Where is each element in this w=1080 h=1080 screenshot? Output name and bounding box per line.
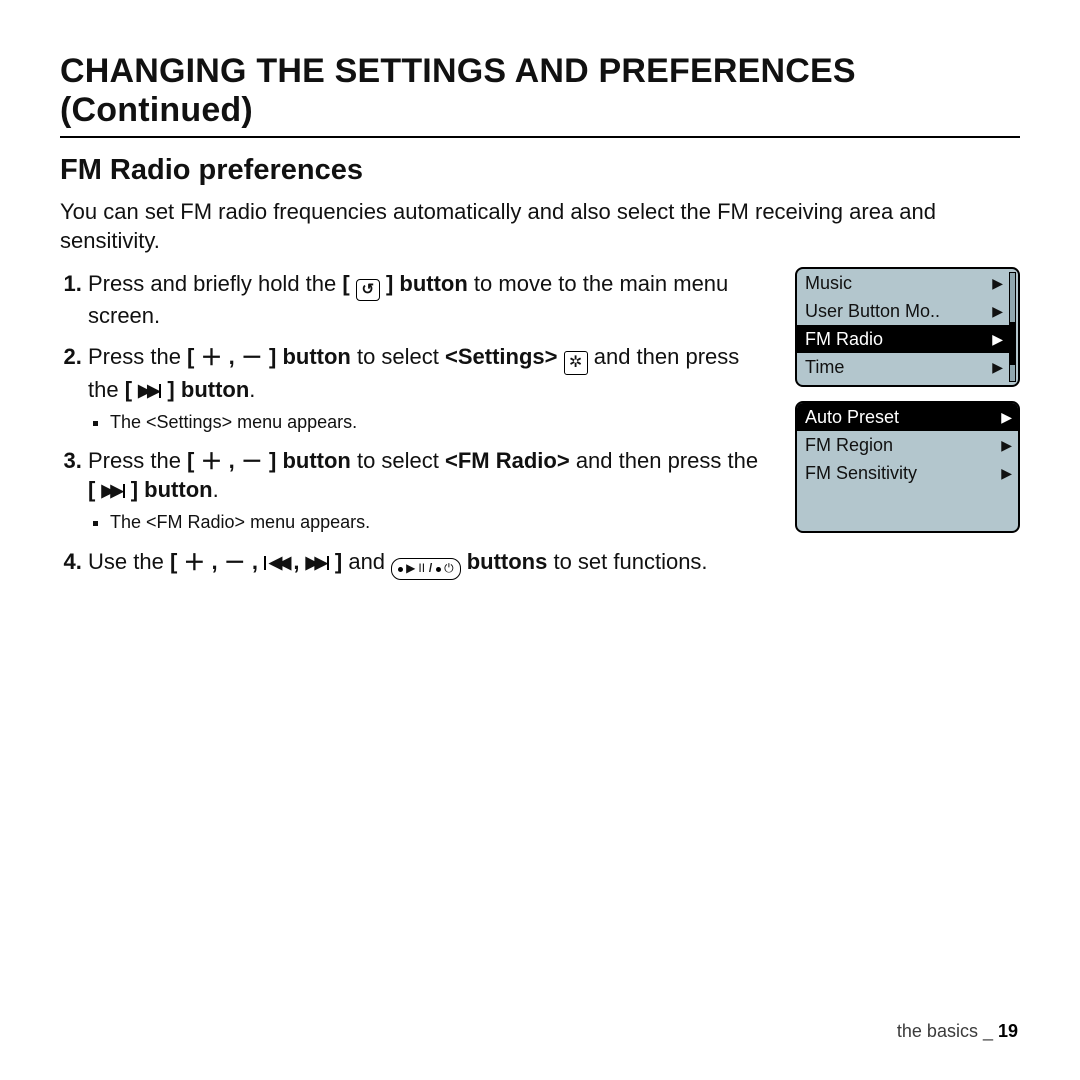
menu-item-label: FM Radio — [805, 329, 883, 350]
chevron-right-icon: ▶ — [992, 275, 1003, 292]
minus-icon: － — [241, 449, 263, 474]
chevron-right-icon: ▶ — [1001, 437, 1012, 454]
chevron-right-icon: ▶ — [1001, 465, 1012, 482]
play-pause-power-button-icon: ▶II/ — [391, 558, 460, 580]
footer-sep: _ — [978, 1021, 998, 1041]
fast-forward-icon — [138, 381, 156, 400]
step-bold: [ ↺ ] button — [342, 271, 467, 296]
back-icon: ↺ — [356, 279, 380, 301]
footer-page-number: 19 — [998, 1021, 1018, 1041]
step-3: Press the [ ＋ , － ] button to select <FM… — [88, 446, 769, 534]
title-rule — [60, 136, 1020, 138]
plus-icon: ＋ — [201, 449, 223, 474]
step-4: Use the [ ＋ , － , , ] and ▶II/ buttons t… — [88, 547, 769, 581]
menu-item-label: FM Region — [805, 435, 893, 456]
step-sub-item: The <Settings> menu appears. — [110, 410, 769, 434]
step-bold: [ ] button — [88, 477, 213, 502]
step-bold: [ ＋ , － , , ] — [170, 549, 342, 574]
menu-item: Music ▶ — [797, 269, 1009, 297]
step-text: Press and briefly hold the — [88, 271, 342, 296]
device-screen-fm-radio: Auto Preset ▶ FM Region ▶ FM Sensitivity ▶ — [795, 401, 1020, 533]
step-text: and then press the — [570, 448, 758, 473]
menu-item-label: User Button Mo.. — [805, 301, 940, 322]
step-text: to select — [351, 344, 445, 369]
step-2: Press the [ ＋ , － ] button to select <Se… — [88, 342, 769, 434]
menu-item: FM Radio ▶ — [797, 325, 1009, 353]
gear-icon: ✲ — [564, 351, 588, 375]
step-bold: [ ＋ , － ] button — [187, 448, 351, 473]
section-title: FM Radio preferences — [60, 154, 1020, 187]
step-1: Press and briefly hold the [ ↺ ] button … — [88, 269, 769, 330]
menu-item: Auto Preset ▶ — [797, 403, 1018, 431]
device-screens: Music ▶ User Button Mo.. ▶ FM Radio ▶ Time ▶ Au… — [795, 267, 1020, 533]
footer-section: the basics — [897, 1021, 978, 1041]
fast-forward-icon — [306, 553, 324, 572]
step-bold: buttons — [467, 549, 548, 574]
manual-page: CHANGING THE SETTINGS AND PREFERENCES (C… — [0, 0, 1080, 1080]
plus-icon: ＋ — [183, 550, 205, 575]
step-sub-item: The <FM Radio> menu appears. — [110, 510, 769, 534]
menu-item: FM Sensitivity ▶ — [797, 459, 1018, 487]
step-sub: The <Settings> menu appears. — [88, 410, 769, 434]
step-text: to select — [351, 448, 445, 473]
fast-forward-icon — [101, 481, 119, 500]
step-sub: The <FM Radio> menu appears. — [88, 510, 769, 534]
page-title: CHANGING THE SETTINGS AND PREFERENCES (C… — [60, 52, 1020, 130]
chevron-right-icon: ▶ — [992, 331, 1003, 348]
menu-item: FM Region ▶ — [797, 431, 1018, 459]
fast-rewind-icon — [269, 553, 287, 572]
step-text: Use the — [88, 549, 170, 574]
menu-item: User Button Mo.. ▶ — [797, 297, 1009, 325]
step-bold: [ ＋ , － ] button — [187, 344, 351, 369]
chevron-right-icon: ▶ — [992, 359, 1003, 376]
menu-item: Time ▶ — [797, 353, 1009, 381]
step-list: Press and briefly hold the [ ↺ ] button … — [60, 269, 769, 580]
chevron-right-icon: ▶ — [1001, 409, 1012, 426]
minus-icon: － — [224, 550, 246, 575]
instructions: Press and briefly hold the [ ↺ ] button … — [60, 269, 769, 592]
plus-icon: ＋ — [201, 345, 223, 370]
device-screen-settings: Music ▶ User Button Mo.. ▶ FM Radio ▶ Time ▶ — [795, 267, 1020, 387]
scrollbar-thumb — [1010, 322, 1015, 365]
step-text: Press the — [88, 344, 187, 369]
minus-icon: － — [241, 345, 263, 370]
section-intro: You can set FM radio frequencies automat… — [60, 197, 1020, 255]
page-footer: the basics _ 19 — [897, 1021, 1018, 1042]
menu-item-label: FM Sensitivity — [805, 463, 917, 484]
step-bold: [ ] button — [125, 377, 250, 402]
scrollbar — [1009, 272, 1016, 382]
step-bold: <FM Radio> — [445, 448, 570, 473]
body-row: Press and briefly hold the [ ↺ ] button … — [60, 269, 1020, 592]
step-text: to set functions. — [547, 549, 707, 574]
step-bold: <Settings> — [445, 344, 557, 369]
step-text: and — [342, 549, 391, 574]
chevron-right-icon: ▶ — [992, 303, 1003, 320]
menu-item-label: Auto Preset — [805, 407, 899, 428]
step-text: Press the — [88, 448, 187, 473]
menu-item-label: Time — [805, 357, 844, 378]
menu-item-label: Music — [805, 273, 852, 294]
